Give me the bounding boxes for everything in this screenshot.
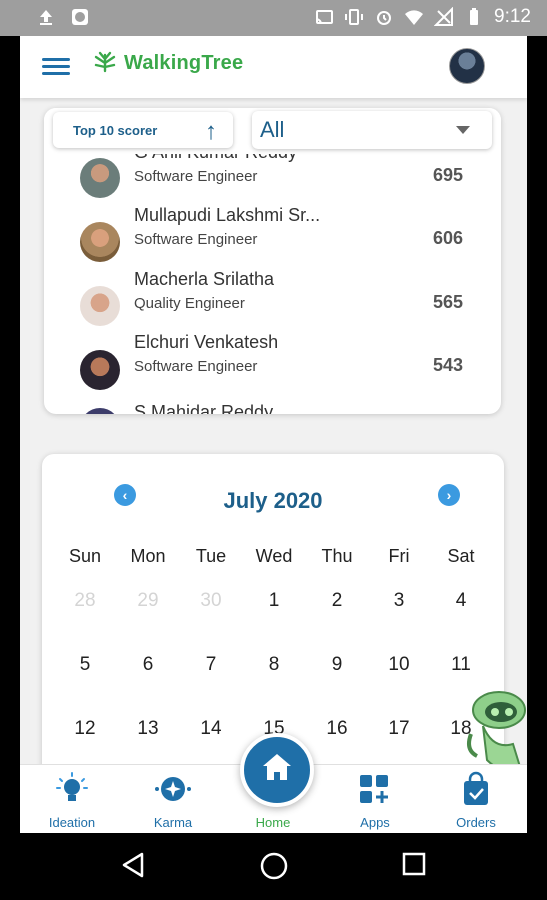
weekday-label: Thu xyxy=(321,546,353,566)
weekday-label: Tue xyxy=(195,546,227,566)
scorer-row[interactable]: Macherla Srilatha Quality Engineer 565 xyxy=(44,269,501,338)
home-icon xyxy=(263,754,291,780)
scorer-row[interactable]: S Mahidar Reddy xyxy=(44,402,501,414)
system-navigation-bar xyxy=(0,833,547,900)
weekday-label: Mon xyxy=(130,546,166,566)
wifi-icon xyxy=(405,10,424,25)
calendar-day[interactable]: 5 xyxy=(54,654,116,676)
avatar xyxy=(80,158,120,198)
nav-ideation-label: Ideation xyxy=(48,815,96,830)
calendar-month-title: July 2020 xyxy=(223,488,323,513)
back-icon[interactable] xyxy=(120,851,146,879)
upload-icon xyxy=(40,10,52,25)
nav-karma[interactable]: Karma xyxy=(123,765,223,833)
scorer-role: Software Engineer xyxy=(134,168,258,185)
calendar-day[interactable]: 1 xyxy=(243,590,305,612)
avatar xyxy=(80,350,120,390)
cast-icon xyxy=(315,10,334,25)
calendar-day[interactable]: 14 xyxy=(180,718,242,740)
scorer-points: 565 xyxy=(432,292,463,312)
scorer-row[interactable]: Mullapudi Lakshmi Sr... Software Enginee… xyxy=(44,205,501,276)
bottom-navigation: Ideation Karma Home Apps Orders xyxy=(20,733,527,833)
status-bar: 9:12 xyxy=(0,0,547,36)
home-button[interactable] xyxy=(240,733,314,807)
app-notification-icon xyxy=(72,9,88,25)
app-logo: WalkingTree xyxy=(90,51,243,75)
scorer-name: Elchuri Venkatesh xyxy=(134,332,279,352)
avatar xyxy=(80,222,120,262)
scorer-points: 606 xyxy=(432,228,463,248)
weekday-label: Sat xyxy=(447,546,475,566)
app-header: WalkingTree xyxy=(20,36,527,98)
battery-icon xyxy=(470,8,479,25)
lightbulb-icon xyxy=(56,772,88,801)
karma-icon xyxy=(155,777,191,801)
scorer-role: Quality Engineer xyxy=(134,295,245,312)
weekday-label: Wed xyxy=(255,546,293,566)
nav-apps-label: Apps xyxy=(360,815,390,830)
scorer-points: 543 xyxy=(432,355,463,375)
role-filter-value: All xyxy=(260,117,285,142)
nav-ideation[interactable]: Ideation xyxy=(22,765,122,833)
top-scorer-sort-button[interactable]: Top 10 scorer ↑ xyxy=(53,112,233,148)
calendar-day[interactable]: 16 xyxy=(306,718,368,740)
nav-orders[interactable]: Orders xyxy=(426,765,526,833)
weekday-label: Sun xyxy=(68,546,102,566)
calendar-day[interactable]: 2 xyxy=(306,590,368,612)
scorer-row[interactable]: Elchuri Venkatesh Software Engineer 543 xyxy=(44,332,501,402)
app-screen: WalkingTree Top 10 scorer ↑ All G Anil K… xyxy=(20,36,527,833)
scorer-role: Software Engineer xyxy=(134,358,258,375)
profile-avatar[interactable] xyxy=(449,48,485,84)
calendar-day[interactable]: 8 xyxy=(243,654,305,676)
calendar-day[interactable]: 6 xyxy=(117,654,179,676)
calendar-day[interactable]: 10 xyxy=(368,654,430,676)
scorer-points: 695 xyxy=(432,165,463,185)
nav-karma-label: Karma xyxy=(153,815,193,830)
vibrate-icon xyxy=(345,9,364,25)
calendar-day[interactable]: 29 xyxy=(117,590,179,612)
arrow-up-icon: ↑ xyxy=(205,118,217,145)
alarm-icon xyxy=(377,11,392,25)
status-time: 9:12 xyxy=(494,6,531,27)
calendar-day[interactable]: 17 xyxy=(368,718,430,740)
calendar-day[interactable]: 7 xyxy=(180,654,242,676)
calendar-day[interactable]: 12 xyxy=(54,718,116,740)
chevron-right-icon[interactable]: › xyxy=(438,484,460,506)
home-circle-icon[interactable] xyxy=(259,851,289,881)
scorer-name: Macherla Srilatha xyxy=(134,269,275,289)
calendar-day[interactable]: 3 xyxy=(368,590,430,612)
scorer-name: Mullapudi Lakshmi Sr... xyxy=(134,205,321,225)
calendar-day[interactable]: 11 xyxy=(430,654,492,676)
nav-apps[interactable]: Apps xyxy=(325,765,425,833)
avatar xyxy=(80,408,120,414)
calendar-day[interactable]: 13 xyxy=(117,718,179,740)
nav-home-label: Home xyxy=(255,815,291,830)
scorer-name: S Mahidar Reddy xyxy=(134,402,274,414)
recent-apps-icon[interactable] xyxy=(401,851,427,877)
top-scorer-label: Top 10 scorer xyxy=(73,122,158,138)
calendar-day[interactable]: 4 xyxy=(430,590,492,612)
top-scorers-card: Top 10 scorer ↑ All G Anil Kumar Reddy S… xyxy=(44,108,501,414)
nav-orders-label: Orders xyxy=(456,815,496,830)
menu-icon[interactable] xyxy=(42,54,70,80)
calendar-day[interactable]: 28 xyxy=(54,590,116,612)
walkingtree-logo-icon xyxy=(94,51,116,73)
role-filter-dropdown[interactable]: All xyxy=(252,111,492,149)
shopping-bag-icon xyxy=(464,771,488,805)
calendar-day[interactable]: 9 xyxy=(306,654,368,676)
scoreboard-controls: Top 10 scorer ↑ All xyxy=(44,108,501,154)
no-signal-icon xyxy=(434,7,454,26)
app-logo-text: WalkingTree xyxy=(124,51,244,74)
weekday-label: Fri xyxy=(388,546,410,566)
chevron-down-icon xyxy=(456,126,470,134)
avatar xyxy=(80,286,120,326)
scorer-role: Software Engineer xyxy=(134,231,258,248)
apps-icon xyxy=(360,775,388,803)
calendar-day[interactable]: 30 xyxy=(180,590,242,612)
